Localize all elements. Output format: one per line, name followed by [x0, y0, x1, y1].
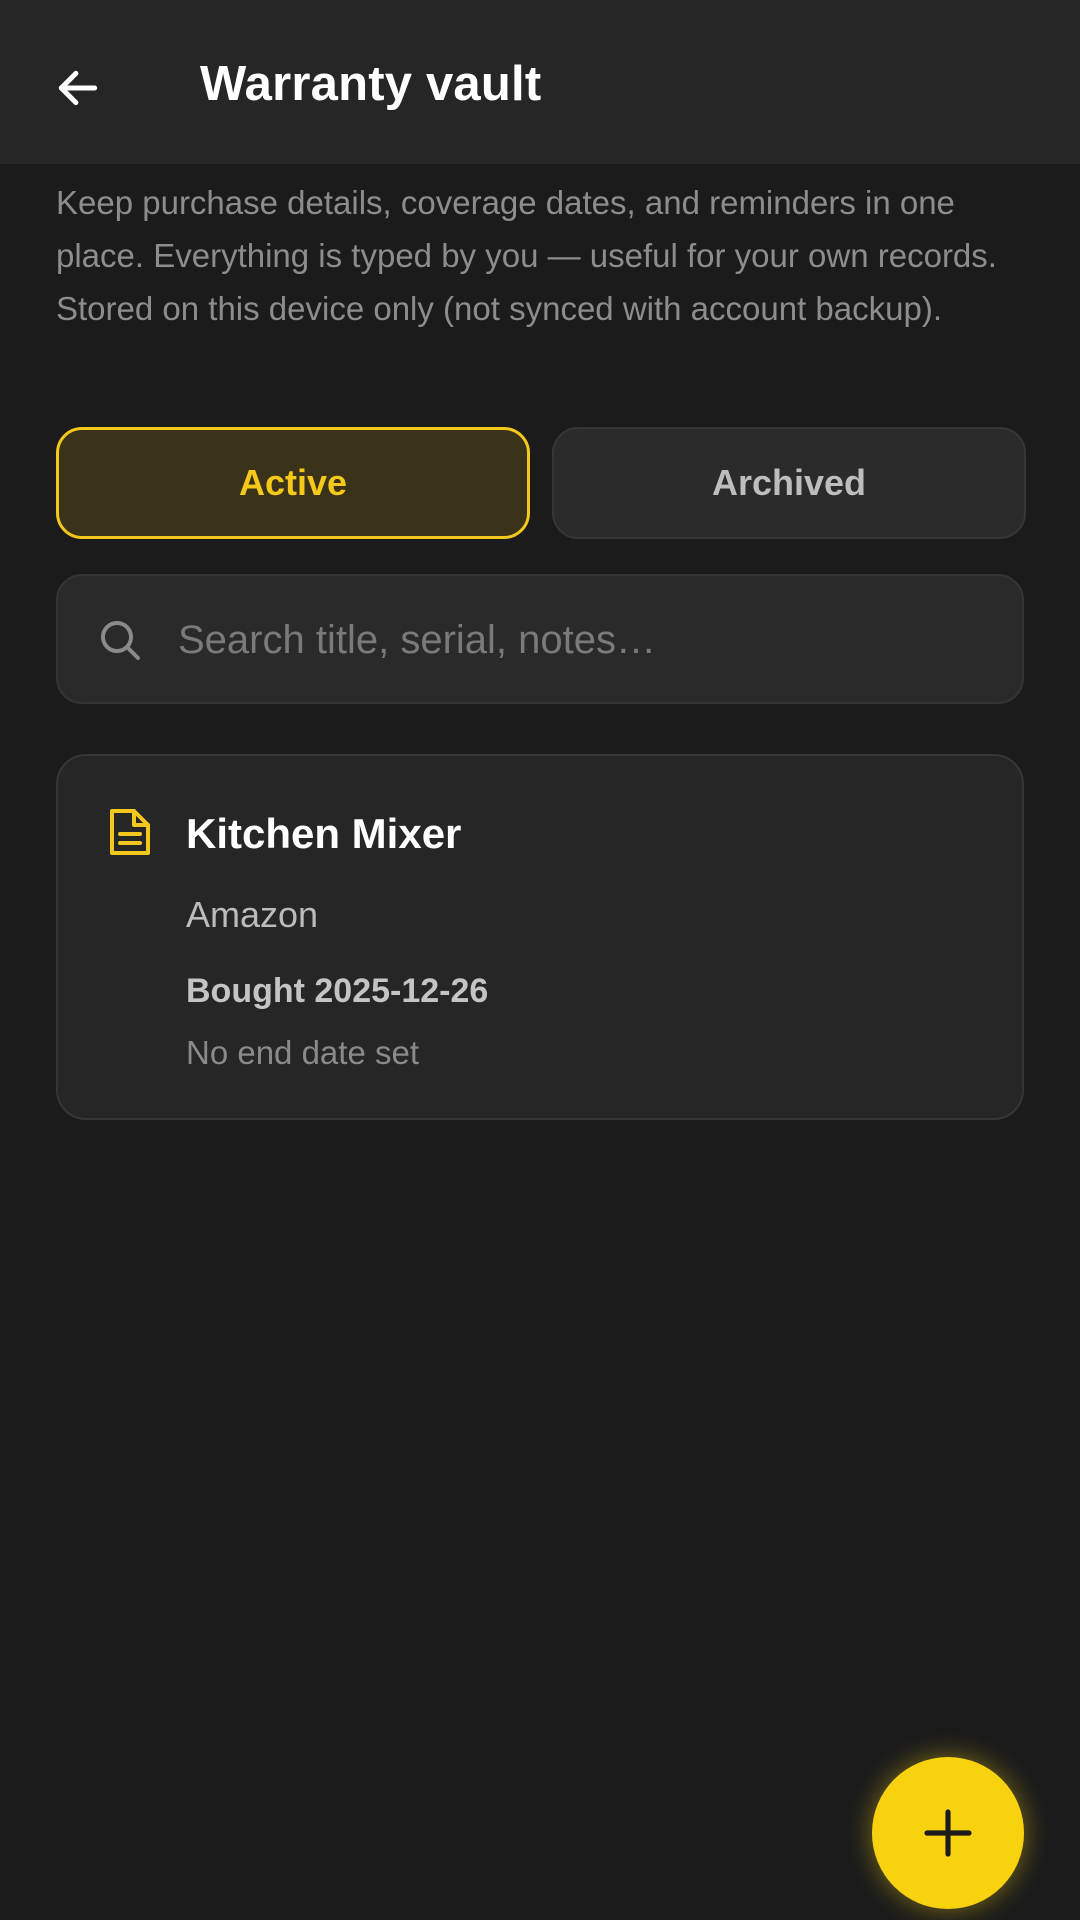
tab-archived[interactable]: Archived — [552, 427, 1026, 539]
search-input[interactable] — [178, 594, 998, 686]
warranty-title: Kitchen Mixer — [186, 810, 462, 857]
plus-icon — [924, 1809, 972, 1857]
warranty-purchase-date: Bought 2025-12-26 — [186, 972, 489, 1010]
back-button[interactable] — [40, 50, 116, 126]
tab-active[interactable]: Active — [56, 427, 530, 539]
arrow-left-icon — [58, 70, 98, 106]
search-bar — [56, 574, 1024, 704]
warranty-store: Amazon — [186, 894, 319, 935]
page-title: Warranty vault — [200, 57, 542, 111]
intro-text: Keep purchase details, coverage dates, a… — [56, 184, 997, 327]
warranty-card[interactable]: Kitchen Mixer Amazon Bought 2025-12-26 N… — [56, 754, 1024, 1120]
tab-archived-label: Archived — [711, 462, 867, 503]
search-icon — [101, 621, 140, 660]
app-bar: Warranty vault — [0, 0, 1080, 164]
warranty-end-date: No end date set — [186, 1034, 419, 1071]
tab-active-label: Active — [238, 462, 348, 503]
add-warranty-button[interactable] — [872, 1757, 1024, 1909]
document-icon — [110, 809, 150, 855]
